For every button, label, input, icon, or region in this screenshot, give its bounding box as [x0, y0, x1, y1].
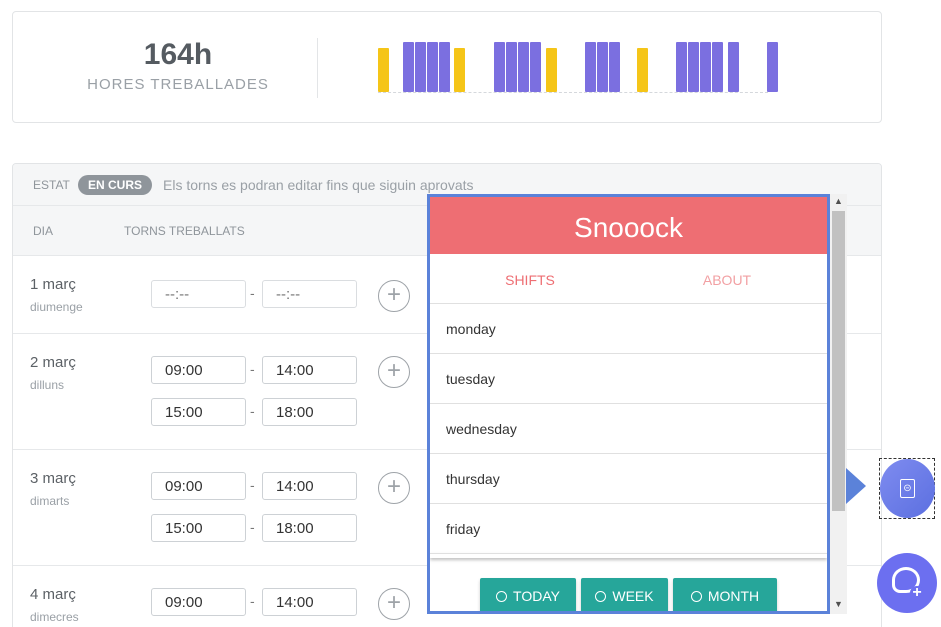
shift-start-input[interactable] — [151, 398, 246, 426]
shift-separator: - — [250, 519, 255, 535]
week-button[interactable]: WEEK — [581, 578, 668, 611]
worked-day-bar — [712, 42, 723, 92]
hours-summary-card: 164h HORES TREBALLADES — [12, 11, 882, 123]
shift-separator: - — [250, 477, 255, 493]
worked-day-bar — [767, 42, 778, 92]
list-item-wednesday[interactable]: wednesday — [430, 404, 827, 454]
list-shadow — [430, 553, 827, 558]
partial-day-bar — [546, 48, 557, 92]
today-label: TODAY — [513, 588, 560, 604]
day-name: 4 març — [30, 586, 76, 603]
scroll-up-icon[interactable]: ▲ — [834, 196, 843, 206]
shift-end-input[interactable] — [262, 588, 357, 616]
worked-day-bar — [439, 42, 450, 92]
worked-day-bar — [700, 42, 711, 92]
column-header-day: DIA — [33, 224, 54, 238]
shift-start-input[interactable] — [151, 472, 246, 500]
divider — [317, 38, 318, 98]
today-button[interactable]: TODAY — [480, 578, 576, 611]
day-weekday: dilluns — [30, 378, 65, 392]
clock-icon — [595, 591, 607, 602]
popup-title: Snooock — [430, 197, 827, 254]
week-label: WEEK — [612, 588, 654, 604]
day-name: 3 març — [30, 470, 76, 487]
shift-end-input[interactable] — [262, 472, 357, 500]
shift-end-input[interactable] — [262, 356, 357, 384]
popup-tabs: SHIFTS ABOUT — [430, 254, 827, 304]
partial-day-bar — [378, 48, 389, 92]
worked-day-bar — [688, 42, 699, 92]
hours-value: 164h — [143, 38, 213, 71]
list-item-monday[interactable]: monday — [430, 304, 827, 354]
day-weekday: dimarts — [30, 494, 70, 508]
status-note: Els torns es podran editar fins que sigu… — [163, 177, 474, 193]
shift-end-input[interactable] — [262, 398, 357, 426]
worked-day-bar — [676, 42, 687, 92]
tab-about[interactable]: ABOUT — [627, 272, 827, 288]
partial-day-bar — [637, 48, 648, 92]
day-name: 1 març — [30, 276, 76, 293]
worked-day-bar — [415, 42, 426, 92]
shift-separator: - — [250, 285, 255, 301]
status-badge: EN CURS — [78, 175, 153, 195]
collapse-arrow-icon[interactable] — [846, 468, 866, 504]
add-icon: + — [910, 585, 924, 601]
clock-icon — [690, 591, 702, 602]
chat-button[interactable]: + — [877, 553, 937, 613]
list-item-tuesday[interactable]: tuesday — [430, 354, 827, 404]
shift-start-input[interactable] — [151, 588, 246, 616]
scroll-thumb[interactable] — [832, 211, 845, 511]
add-shift-button[interactable]: + — [378, 356, 410, 388]
shift-end-input[interactable] — [262, 280, 357, 308]
add-shift-button[interactable]: + — [378, 280, 410, 312]
worked-day-bar — [518, 42, 529, 92]
add-shift-button[interactable]: + — [378, 472, 410, 504]
popup-scrollbar[interactable]: ▲ ▼ — [830, 194, 847, 614]
column-header-shifts: TORNS TREBALLATS — [124, 224, 245, 238]
worked-day-bar — [728, 42, 739, 92]
shift-start-input[interactable] — [151, 280, 246, 308]
worked-day-bar — [609, 42, 620, 92]
add-shift-button[interactable]: + — [378, 588, 410, 620]
shift-end-input[interactable] — [262, 514, 357, 542]
worked-day-bar — [494, 42, 505, 92]
day-weekday: diumenge — [30, 300, 83, 314]
hours-bar-chart — [378, 40, 778, 93]
worked-day-bar — [597, 42, 608, 92]
tab-shifts[interactable]: SHIFTS — [430, 272, 630, 288]
snooock-popup: Snooock SHIFTS ABOUT monday tuesday wedn… — [427, 194, 830, 614]
list-item-thursday[interactable]: thursday — [430, 454, 827, 504]
month-label: MONTH — [707, 588, 760, 604]
extension-toggle-button[interactable]: ⊝ — [880, 459, 935, 518]
day-name: 2 març — [30, 354, 76, 371]
status-label: ESTAT — [33, 178, 70, 192]
shift-start-input[interactable] — [151, 514, 246, 542]
worked-day-bar — [403, 42, 414, 92]
weekday-list: monday tuesday wednesday thursday friday — [430, 304, 827, 554]
list-item-friday[interactable]: friday — [430, 504, 827, 554]
clock-icon — [496, 591, 508, 602]
shift-start-input[interactable] — [151, 356, 246, 384]
clock-icon: ⊝ — [900, 479, 915, 498]
day-weekday: dimecres — [30, 610, 79, 624]
shift-separator: - — [250, 403, 255, 419]
worked-day-bar — [585, 42, 596, 92]
hours-block: 164h HORES TREBALLADES — [73, 38, 283, 93]
shift-separator: - — [250, 361, 255, 377]
worked-day-bar — [427, 42, 438, 92]
month-button[interactable]: MONTH — [673, 578, 777, 611]
hours-label: HORES TREBALLADES — [87, 76, 269, 93]
worked-day-bar — [506, 42, 517, 92]
scroll-down-icon[interactable]: ▼ — [834, 599, 843, 609]
worked-day-bar — [530, 42, 541, 92]
shift-separator: - — [250, 593, 255, 609]
partial-day-bar — [454, 48, 465, 92]
